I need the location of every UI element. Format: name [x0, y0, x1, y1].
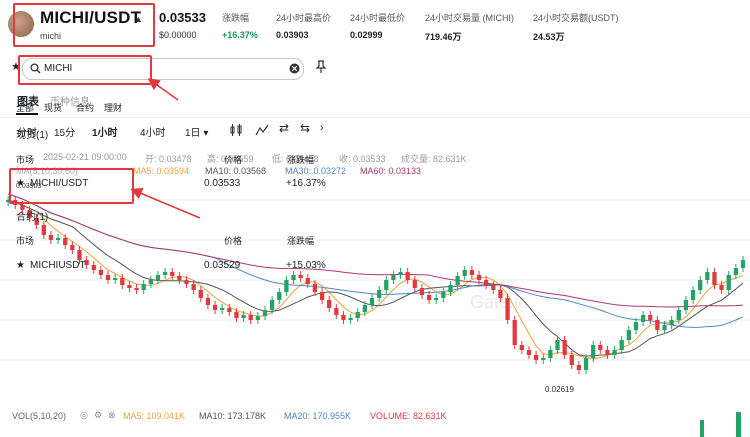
eye-icon[interactable]: ◎	[80, 410, 88, 421]
vol-ma5: MA5: 109.041K	[123, 411, 186, 421]
arrow-to-result	[130, 187, 201, 219]
close-icon[interactable]: ⊗	[108, 410, 116, 421]
volume-bar	[736, 412, 741, 437]
vol-ma10: MA10: 173.178K	[199, 411, 267, 421]
volume-bar	[700, 420, 704, 437]
vol-prefix: VOL(5,10,20)	[12, 411, 67, 421]
arrow-to-search	[147, 78, 179, 101]
settings-icon[interactable]: ⚙	[94, 410, 102, 421]
vol-ma20: MA20: 170.955K	[284, 411, 352, 421]
annotation-arrows	[130, 78, 201, 219]
vol-volume: VOLUME: 82.631K	[370, 411, 447, 421]
